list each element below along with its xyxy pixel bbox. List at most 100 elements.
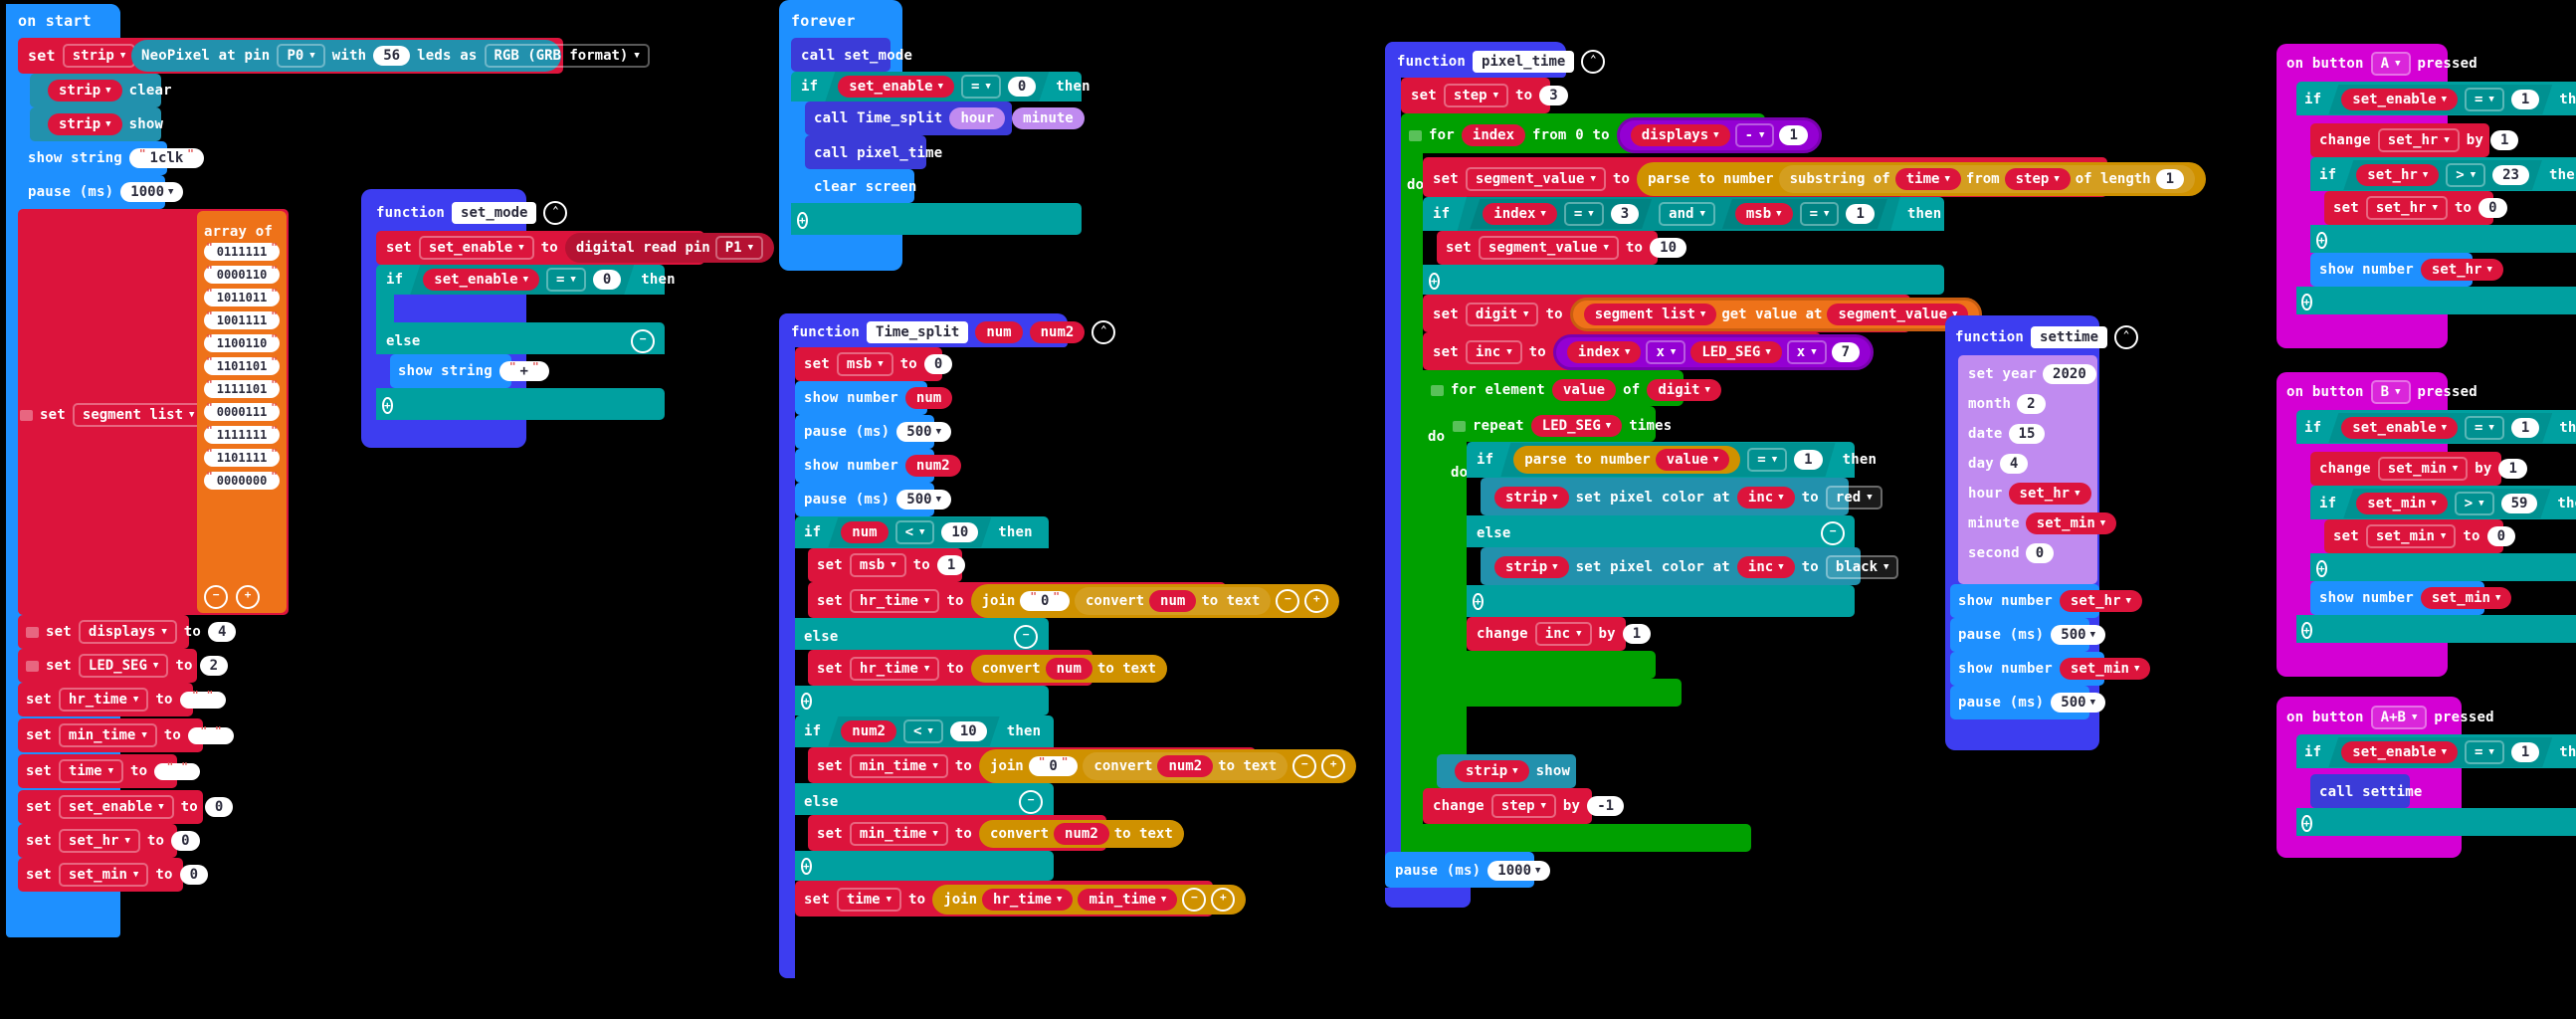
variable-dropdown[interactable]: displays ▼ xyxy=(78,620,177,644)
condition-num-lt-10[interactable]: num < ▼ 10 xyxy=(828,517,991,547)
set-min-operand[interactable]: set_min ▼ xyxy=(2356,493,2447,514)
condition-value-btn-ab[interactable]: 1 xyxy=(2511,742,2539,762)
button-dropdown-ab[interactable]: A+B ▼ xyxy=(2370,706,2428,729)
show-number-value-btn-a[interactable]: set_hr ▼ xyxy=(2420,259,2503,281)
operator-eq-btn-ab[interactable]: = ▼ xyxy=(2465,740,2504,764)
set-hr-zero-value[interactable]: 0 xyxy=(2478,198,2507,218)
value-num2[interactable]: num2 xyxy=(904,455,961,477)
condition-set-enable-eq-0[interactable]: set_enable ▼ = ▼ 0 xyxy=(410,265,634,295)
if-add-branch-icon-parse[interactable]: + xyxy=(1473,593,1484,610)
workspace-canvas[interactable]: on start on start set strip▼ to NeoPixel… xyxy=(0,0,2576,1019)
digital-read-pin-block[interactable]: digital read pin P1 ▼ xyxy=(564,233,775,263)
segment-value-dropdown-10[interactable]: segment_value ▼ xyxy=(1478,236,1619,260)
variable-value-field[interactable]: 4 xyxy=(208,622,237,642)
variable-dropdown[interactable]: set_min ▼ xyxy=(58,863,149,887)
array-item[interactable]: 1011011 xyxy=(204,289,280,306)
array-item[interactable]: 1111111 xyxy=(204,426,280,444)
join-arg-min-time[interactable]: min_time ▼ xyxy=(1078,889,1178,911)
num2-threshold-field[interactable]: 10 xyxy=(950,721,987,741)
inc-operand-red[interactable]: inc ▼ xyxy=(1736,487,1795,509)
value-operand[interactable]: value ▼ xyxy=(1656,449,1730,471)
index-operand[interactable]: index ▼ xyxy=(1483,203,1557,225)
collapse-icon-time-split[interactable]: ⌃ xyxy=(1091,320,1116,344)
show-number-set-min-value[interactable]: set_min ▼ xyxy=(2059,658,2151,680)
array-item[interactable]: 0111111 xyxy=(204,243,280,261)
if-add-branch-icon-num2[interactable]: + xyxy=(801,858,812,875)
index-value-field[interactable]: 3 xyxy=(1611,204,1639,224)
subtract-value[interactable]: 1 xyxy=(1779,125,1808,145)
comparison-operator-forever[interactable]: = ▼ xyxy=(961,75,1001,99)
date-field[interactable]: 15 xyxy=(2008,424,2046,444)
array-item[interactable]: 0000111 xyxy=(204,403,280,421)
operator-gt-set-hr[interactable]: > ▼ xyxy=(2446,163,2485,187)
condition-value-forever[interactable]: 0 xyxy=(1008,77,1036,97)
condition-parse-value-eq-1[interactable]: parse to number value ▼ = ▼ 1 xyxy=(1500,443,1835,477)
if-add-branch-icon-set-hr[interactable]: + xyxy=(2316,232,2327,249)
convert-block-min-else[interactable]: convert num2 to text xyxy=(979,820,1184,848)
set-enable-dropdown-setmode[interactable]: set_enable ▼ xyxy=(418,236,534,260)
button-dropdown-b[interactable]: B ▼ xyxy=(2370,380,2411,404)
hr-time-dropdown-join[interactable]: hr_time ▼ xyxy=(849,589,940,613)
for-index-loop-body[interactable] xyxy=(1401,113,1423,862)
variable-dropdown[interactable]: time ▼ xyxy=(58,759,124,783)
strip-var-clear[interactable]: strip ▼ xyxy=(48,80,122,102)
displays-operand[interactable]: displays ▼ xyxy=(1630,124,1730,146)
substring-of-block[interactable]: substring of time ▼ from step ▼ of length … xyxy=(1778,165,2196,193)
operator-gt-set-min[interactable]: > ▼ xyxy=(2455,492,2494,515)
show-string-plus-value[interactable]: + xyxy=(498,361,549,381)
join-zero-field-hr[interactable]: 0 xyxy=(1020,591,1070,611)
segment-value-10-field[interactable]: 10 xyxy=(1650,238,1687,258)
minute-value-set-min[interactable]: set_min ▼ xyxy=(2025,512,2117,534)
convert-arg-num[interactable]: num xyxy=(1149,590,1197,612)
led-seg-multiplier[interactable]: LED_SEG ▼ xyxy=(1690,341,1782,363)
function-name-settime[interactable]: settime xyxy=(2031,326,2108,348)
variable-dropdown[interactable]: set_hr ▼ xyxy=(58,829,140,853)
else-remove-icon-num[interactable]: − xyxy=(1014,625,1038,649)
digital-read-pin-dropdown[interactable]: P1 ▼ xyxy=(714,236,764,260)
array-item[interactable]: 0000000 xyxy=(204,472,280,490)
msb-value-1[interactable]: 1 xyxy=(936,555,966,575)
time-dropdown[interactable]: time ▼ xyxy=(836,888,902,912)
condition-value-btn-b[interactable]: 1 xyxy=(2511,418,2539,438)
multiply-operator-2[interactable]: x ▼ xyxy=(1786,340,1827,364)
inc-dropdown[interactable]: inc ▼ xyxy=(1465,340,1522,364)
month-field[interactable]: 2 xyxy=(2017,394,2046,414)
index-multiplier[interactable]: index ▼ xyxy=(1566,341,1642,363)
array-add-item-icon[interactable]: + xyxy=(236,585,260,609)
operator-eq-value[interactable]: = ▼ xyxy=(1747,448,1787,472)
button-dropdown-a[interactable]: A ▼ xyxy=(2370,52,2411,76)
condition-num2-lt-10[interactable]: num2 < ▼ 10 xyxy=(828,716,999,746)
function-name-time-split[interactable]: Time_split xyxy=(867,321,969,343)
pause-value-settime-1[interactable]: 500 ▼ xyxy=(2051,625,2106,645)
hr-time-dropdown-conv[interactable]: hr_time ▼ xyxy=(849,657,940,681)
function-name-set-mode[interactable]: set_mode xyxy=(452,202,537,224)
operator-lt-1[interactable]: < ▼ xyxy=(895,520,935,544)
arg-hour[interactable]: hour xyxy=(949,107,1006,129)
if-add-branch-icon-forever[interactable]: + xyxy=(797,212,808,229)
pause-value-2[interactable]: 500 ▼ xyxy=(896,490,952,510)
and-operator-dropdown[interactable]: and ▼ xyxy=(1659,202,1715,226)
condition-forever-set-enable[interactable]: set_enable ▼ = ▼ 0 xyxy=(825,72,1049,102)
set-enable-operand[interactable]: set_enable ▼ xyxy=(423,269,539,291)
value-compare-field[interactable]: 1 xyxy=(1794,450,1822,470)
segment-list-variable-dropdown[interactable]: segment list ▼ xyxy=(72,403,205,427)
change-set-min-value[interactable]: 1 xyxy=(2498,459,2527,479)
if-add-branch-icon-btn-a[interactable]: + xyxy=(2301,294,2312,310)
set-min-zero-value[interactable]: 0 xyxy=(2486,526,2516,546)
condition-index-eq-3[interactable]: index ▼ = ▼ 3 xyxy=(1470,199,1652,229)
condition-set-min-gt-59[interactable]: set_min ▼ > ▼ 59 xyxy=(2343,489,2550,518)
num2-operand[interactable]: num2 xyxy=(841,720,896,742)
multiply-constant-7[interactable]: 7 xyxy=(1831,342,1861,362)
condition-btn-a-set-enable[interactable]: set_enable ▼ = ▼ 1 xyxy=(2328,85,2552,114)
variable-dropdown[interactable]: min_time ▼ xyxy=(58,723,157,747)
pause-value[interactable]: 1000 ▼ xyxy=(120,182,184,202)
variable-dropdown[interactable]: set_enable ▼ xyxy=(58,795,174,819)
variable-value-field[interactable]: 2 xyxy=(199,656,229,676)
set-hr-operand[interactable]: set_hr ▼ xyxy=(2356,164,2439,186)
hour-value-set-hr[interactable]: set_hr ▼ xyxy=(2008,483,2091,505)
set-min-dropdown-change[interactable]: set_min ▼ xyxy=(2377,457,2469,481)
value-variable-pill[interactable]: value xyxy=(1551,379,1617,401)
index-variable-pill[interactable]: index xyxy=(1461,124,1526,146)
strip-var-show[interactable]: strip ▼ xyxy=(48,113,122,135)
set-hr-dropdown-zero[interactable]: set_hr ▼ xyxy=(2365,196,2448,220)
